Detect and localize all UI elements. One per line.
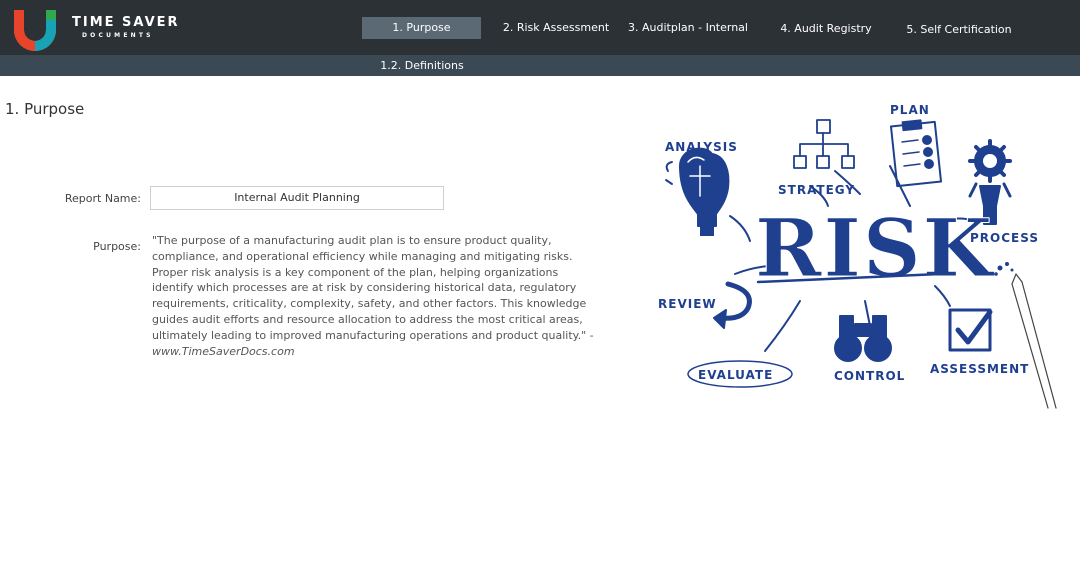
review-icon [713,281,752,329]
assessment-icon [948,308,993,352]
top-navbar: TIME SAVER DOCUMENTS 1. Purpose 2. Risk … [0,0,1080,55]
purpose-source-link: www.TimeSaverDocs.com [152,344,295,358]
subnav-definitions[interactable]: 1.2. Definitions [376,55,468,76]
pen-icon [994,262,1057,409]
nav-tab-audit-registry[interactable]: 4. Audit Registry [776,18,876,40]
purpose-label: Purpose: [93,240,141,253]
time-saver-logo-icon [14,10,56,51]
brand-name: TIME SAVER [72,15,180,30]
report-name-input[interactable] [150,186,444,210]
plan-label: PLAN [890,103,930,117]
analysis-icon [665,147,730,236]
brand-subtitle: DOCUMENTS [82,32,154,39]
plan-icon: PLAN [889,103,943,188]
nav-tab-self-certification[interactable]: 5. Self Certification [900,19,1018,41]
sub-navbar: 1.2. Definitions [0,55,1080,76]
review-label: REVIEW [658,297,717,311]
assessment-label: ASSESSMENT [930,362,1029,376]
risk-illustration: ANALYSIS STRATEGY PLAN PROCESS RISK REVI… [658,103,1057,409]
report-name-label: Report Name: [64,192,141,205]
control-icon [834,315,892,362]
control-label: CONTROL [834,369,905,383]
strategy-icon [793,119,855,169]
page-title: 1. Purpose [5,100,85,118]
nav-tab-purpose[interactable]: 1. Purpose [362,17,481,39]
nav-tab-auditplan-internal[interactable]: 3. Auditplan - Internal [628,17,748,39]
strategy-label: STRATEGY [778,183,855,197]
purpose-body: "The purpose of a manufacturing audit pl… [152,234,594,342]
nav-tab-risk-assessment[interactable]: 2. Risk Assessment [502,17,610,39]
evaluate-label: EVALUATE [698,368,773,382]
analysis-label: ANALYSIS [665,140,738,154]
purpose-text: "The purpose of a manufacturing audit pl… [152,233,597,359]
